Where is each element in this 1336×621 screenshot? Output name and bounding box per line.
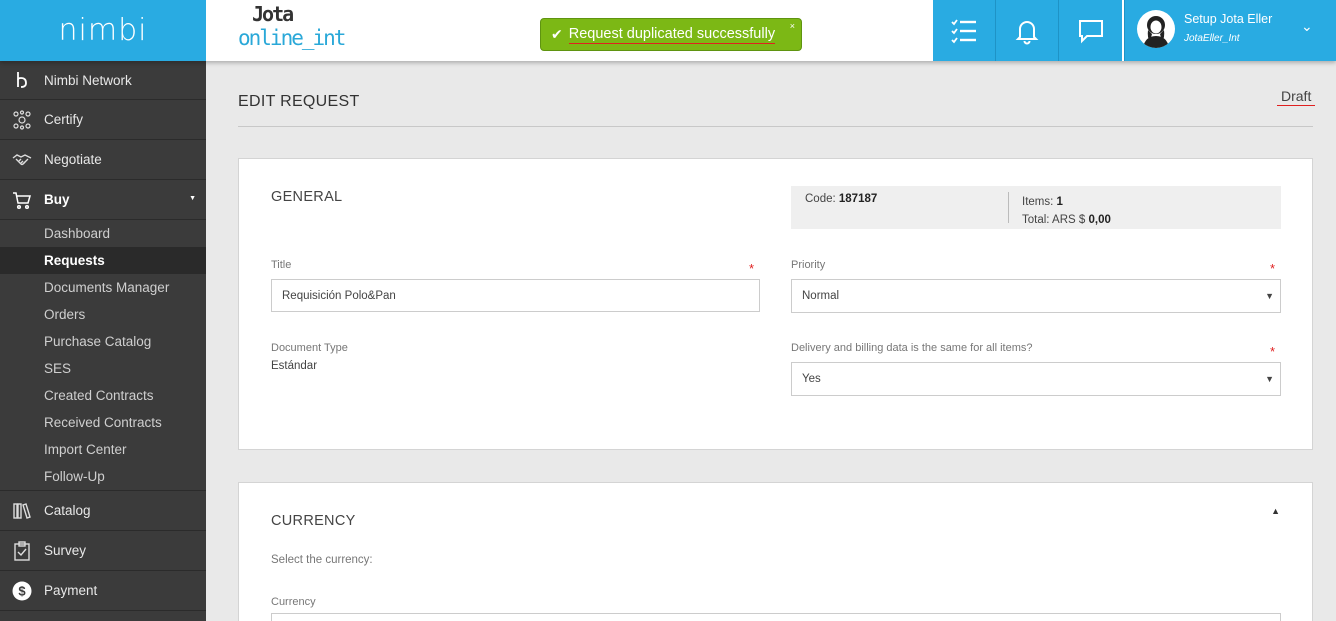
total-label: Total: ARS $ <box>1022 214 1086 226</box>
top-icon-bar <box>933 0 1122 61</box>
client-logo-line1: Jota <box>252 2 294 26</box>
submenu-item-purchase-catalog[interactable]: Purchase Catalog <box>0 328 206 355</box>
caret-down-icon: ▼ <box>189 195 196 202</box>
code-label: Code: <box>805 193 836 205</box>
user-name: Setup Jota Eller <box>1184 12 1273 26</box>
certify-icon <box>0 109 44 130</box>
priority-select-value: Normal <box>802 290 840 302</box>
submenu-item-follow-up[interactable]: Follow-Up <box>0 463 206 490</box>
total-value: 0,00 <box>1088 214 1111 226</box>
page-title: EDIT REQUEST <box>238 93 360 110</box>
submenu-item-dashboard[interactable]: Dashboard <box>0 220 206 247</box>
sidebar-item-payment[interactable]: $ Payment <box>0 571 206 611</box>
top-bar: nimbi Jota online_int ✔ Request duplicat… <box>0 0 1336 61</box>
books-icon <box>0 501 44 521</box>
sidebar-item-catalog[interactable]: Catalog <box>0 491 206 531</box>
currency-section: CURRENCY ▲ Select the currency: Currency <box>238 482 1313 621</box>
client-logo-line2: online_int <box>238 26 346 50</box>
title-input[interactable]: Requisición Polo&Pan <box>271 279 760 312</box>
avatar <box>1137 10 1175 48</box>
buy-submenu: Dashboard Requests Documents Manager Ord… <box>0 220 206 491</box>
check-icon: ✔ <box>551 26 563 42</box>
delivery-billing-select-value: Yes <box>802 373 821 385</box>
currency-section-title: CURRENCY <box>271 513 356 529</box>
submenu-item-created-contracts[interactable]: Created Contracts <box>0 382 206 409</box>
general-section-title: GENERAL <box>271 189 343 205</box>
chevron-down-icon[interactable]: ⌄ <box>1301 18 1313 35</box>
items-label: Items: <box>1022 196 1054 208</box>
delivery-billing-select[interactable]: Yes ▼ <box>791 362 1281 396</box>
sidebar-item-survey[interactable]: Survey <box>0 531 206 571</box>
clipboard-icon <box>0 540 44 561</box>
sidebar-item-label: Payment <box>44 583 98 598</box>
user-menu[interactable]: Setup Jota Eller JotaEller_Int ⌄ <box>1124 0 1336 61</box>
user-username: JotaEller_Int <box>1184 33 1240 44</box>
bell-icon <box>1015 20 1039 44</box>
currency-hint: Select the currency: <box>271 554 373 566</box>
title-field-label: Title <box>271 259 292 271</box>
document-type-value: Estándar <box>271 360 318 372</box>
required-mark: * <box>1270 261 1276 276</box>
title-divider <box>238 126 1313 127</box>
brand-logo[interactable]: nimbi <box>0 0 206 61</box>
request-totals: Items: 1 Total: ARS $ 0,00 <box>1022 193 1111 229</box>
sidebar: Nimbi Network Certify Negotiate Buy ▼ Da… <box>0 61 206 621</box>
sidebar-item-certify[interactable]: Certify <box>0 100 206 140</box>
brand-name: nimbi <box>58 13 148 48</box>
client-logo: Jota online_int <box>238 2 346 54</box>
toast-message: Request duplicated successfully <box>568 25 776 44</box>
sidebar-item-label: Certify <box>44 112 84 127</box>
submenu-item-documents-manager[interactable]: Documents Manager <box>0 274 206 301</box>
sidebar-item-label: Negotiate <box>44 152 102 167</box>
submenu-item-ses[interactable]: SES <box>0 355 206 382</box>
code-value: 187187 <box>838 193 878 205</box>
items-value: 1 <box>1056 196 1063 208</box>
sidebar-item-buy[interactable]: Buy ▼ <box>0 180 206 220</box>
notifications-button[interactable] <box>996 0 1059 61</box>
sidebar-item-label: Buy <box>44 192 70 207</box>
submenu-item-orders[interactable]: Orders <box>0 301 206 328</box>
caret-down-icon: ▼ <box>1265 291 1274 301</box>
main-content: EDIT REQUEST Draft GENERAL Code: 187187 … <box>206 61 1336 621</box>
required-mark: * <box>749 261 755 276</box>
submenu-item-received-contracts[interactable]: Received Contracts <box>0 409 206 436</box>
task-list-icon <box>951 18 976 43</box>
sidebar-item-nimbi-network[interactable]: Nimbi Network <box>0 61 206 100</box>
svg-text:$: $ <box>18 583 26 598</box>
sidebar-item-negotiate[interactable]: Negotiate <box>0 140 206 180</box>
cart-icon <box>0 190 44 210</box>
status-badge: Draft <box>1277 88 1316 106</box>
user-avatar-icon <box>1143 16 1169 48</box>
handshake-icon <box>0 150 44 170</box>
priority-field-label: Priority <box>791 259 826 271</box>
nimbi-network-icon <box>0 70 44 90</box>
collapse-up-icon[interactable]: ▲ <box>1271 506 1280 516</box>
priority-select[interactable]: Normal ▼ <box>791 279 1281 313</box>
success-toast: ✔ Request duplicated successfully × <box>540 18 802 51</box>
caret-down-icon: ▼ <box>1265 374 1274 384</box>
toast-close-icon[interactable]: × <box>790 21 795 31</box>
chat-icon <box>1078 19 1103 43</box>
request-summary-box: Code: 187187 Items: 1 Total: ARS $ 0,00 <box>791 186 1281 229</box>
submenu-item-requests[interactable]: Requests <box>0 247 206 274</box>
request-code: Code: 187187 <box>805 193 877 205</box>
sidebar-item-label: Catalog <box>44 503 91 518</box>
dollar-icon: $ <box>0 581 44 601</box>
general-section: GENERAL Code: 187187 Items: 1 Total: ARS… <box>238 158 1313 450</box>
document-type-label: Document Type <box>271 342 348 354</box>
currency-select[interactable] <box>271 613 1281 621</box>
summary-divider <box>1008 192 1009 223</box>
title-input-value: Requisición Polo&Pan <box>282 289 396 302</box>
sidebar-item-label: Survey <box>44 543 87 558</box>
required-mark: * <box>1270 344 1276 359</box>
sidebar-item-label: Nimbi Network <box>44 72 132 88</box>
currency-field-label: Currency <box>271 596 316 608</box>
delivery-billing-label: Delivery and billing data is the same fo… <box>791 342 1033 354</box>
submenu-item-import-center[interactable]: Import Center <box>0 436 206 463</box>
tasks-button[interactable] <box>933 0 996 61</box>
messages-button[interactable] <box>1059 0 1122 61</box>
